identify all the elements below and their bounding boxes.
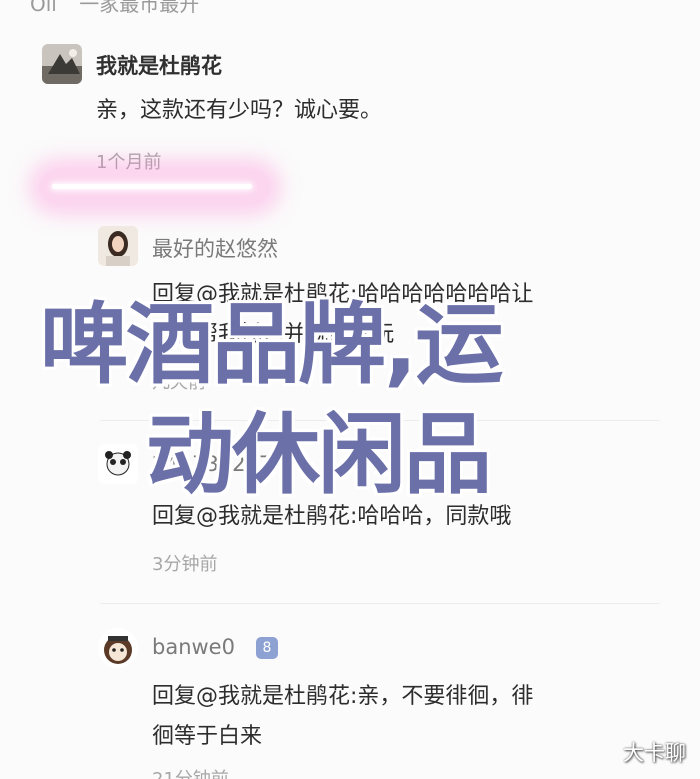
comment-body-line: 徊等于白来 [152,724,263,749]
comment-time: 3分钟前 [152,554,218,575]
comment-body-line: 回复@我就是杜鹃花:亲，不要徘徊，徘 [152,684,534,709]
comment-body: 亲，这款还有少吗？诚心要。 [96,98,383,123]
avatar-portrait-icon [98,226,138,266]
avatar-landscape-icon [42,44,82,84]
overlay-caption-line: 动休闲品 [146,403,492,506]
cropped-text-left: Oll [30,0,57,16]
comment-author[interactable]: 最好的赵悠然 [152,233,278,263]
watermark: 大卡聊 [623,741,686,765]
avatar[interactable] [42,44,82,84]
avatar-cartoon-icon [98,628,138,668]
avatar-panda-icon [98,444,138,484]
overlay-caption-line: 啤酒品牌,运 [40,293,503,396]
highlight-line [52,184,252,189]
comment-time: 21分钟前 [152,765,229,779]
comment-thread-screenshot: Oll 一家最巿最开 我就是杜鹃花 亲，这款还有少吗？诚心要。 1个月前 最好的… [0,0,700,779]
comment-author[interactable]: banwe0 [152,635,235,659]
verified-badge-icon: 8 [256,637,278,659]
divider [100,603,660,604]
avatar[interactable] [98,226,138,266]
avatar[interactable] [98,444,138,484]
cropped-text-right: 一家最巿最开 [79,0,200,16]
avatar[interactable] [98,628,138,668]
cropped-top-text: Oll 一家最巿最开 [30,0,215,17]
comment-author[interactable]: 我就是杜鹃花 [96,50,222,80]
